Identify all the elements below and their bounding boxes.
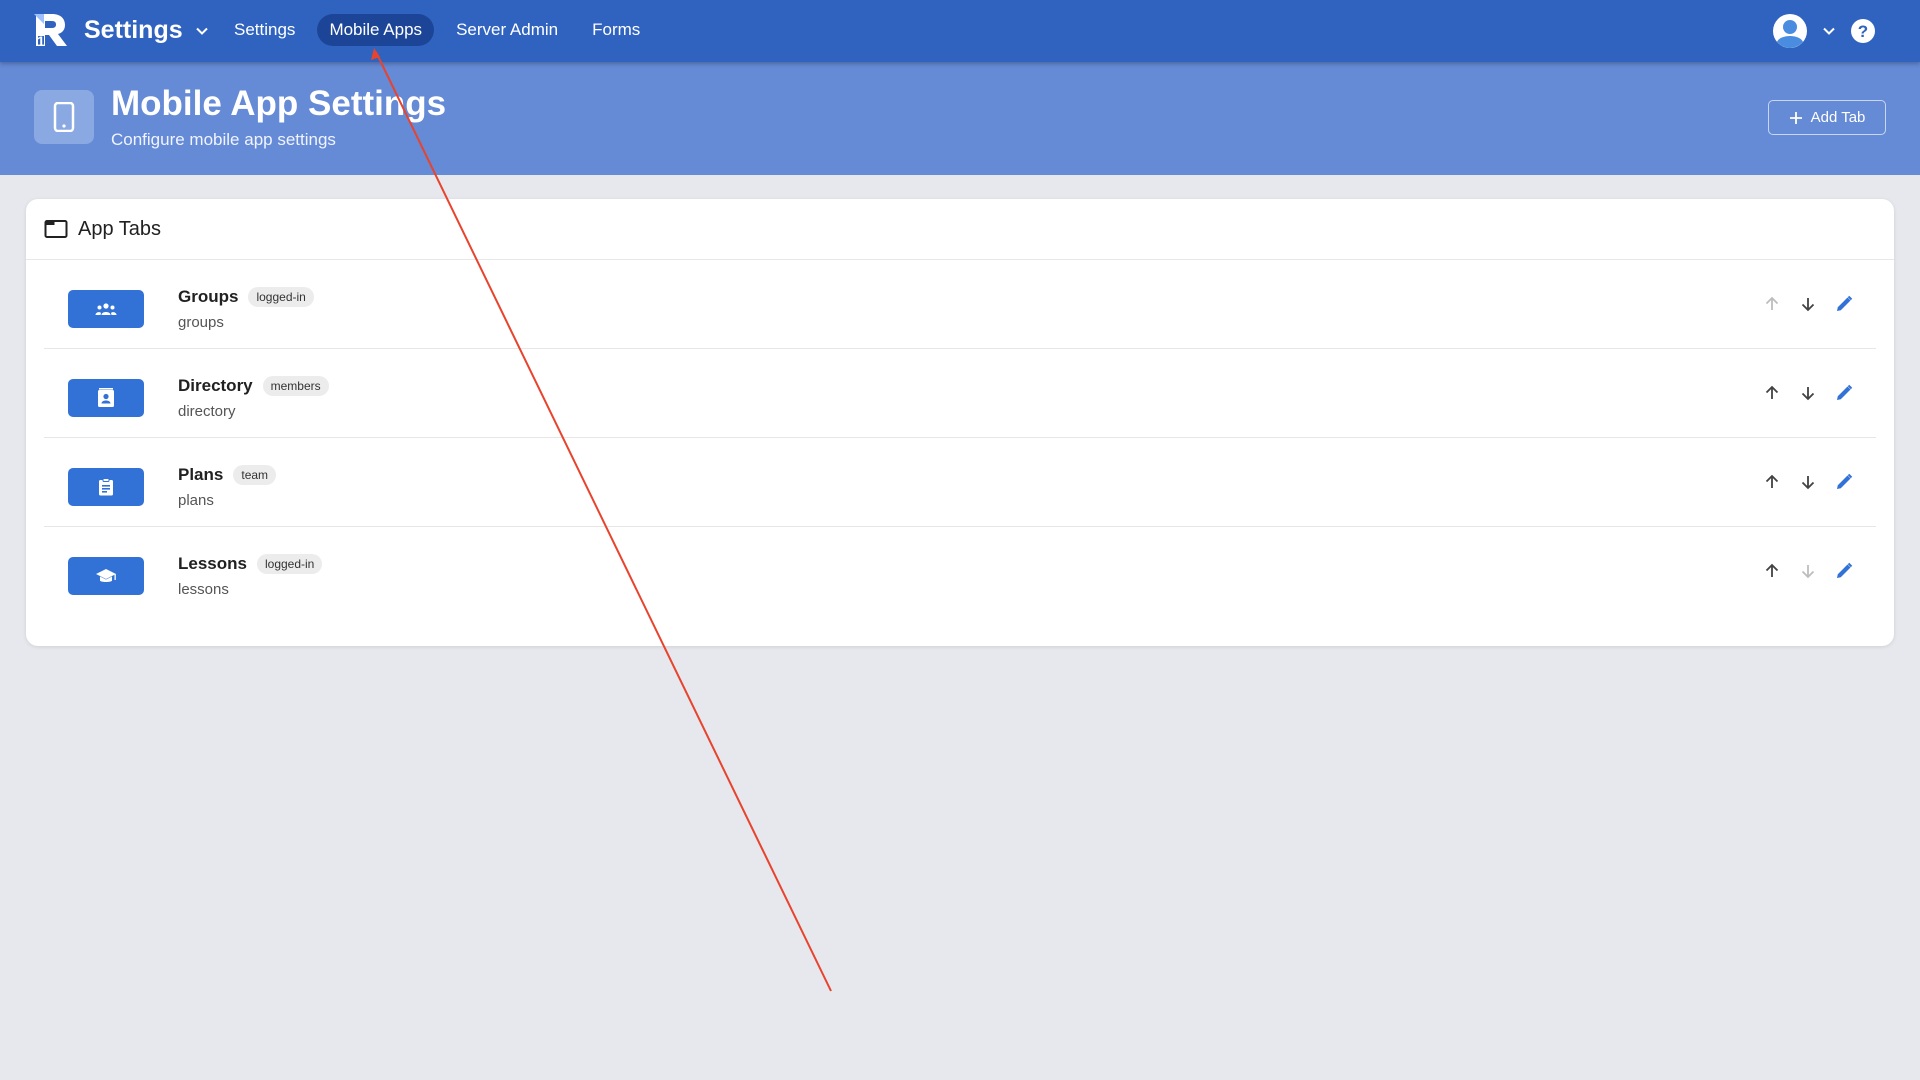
visibility-badge: logged-in [256, 554, 323, 574]
tab-name: Plans [178, 465, 224, 484]
app-title: Settings [84, 16, 183, 44]
groups-icon [95, 303, 117, 315]
user-avatar-icon[interactable] [1772, 13, 1808, 49]
move-up-button[interactable] [1762, 383, 1782, 403]
add-tab-label: Add Tab [1810, 109, 1866, 126]
app-tabs-card: App Tabs Groups logged-in groups Directo… [26, 199, 1894, 646]
graduation-cap-icon [96, 569, 116, 582]
contact-card-icon [98, 388, 114, 407]
clipboard-icon [99, 478, 113, 496]
tab-row: Groups logged-in groups [44, 260, 1876, 349]
tab-id: lessons [178, 581, 229, 598]
visibility-badge: members [262, 376, 329, 396]
user-area: ? [1772, 13, 1876, 49]
row-actions [1762, 472, 1854, 492]
row-actions [1762, 383, 1854, 403]
top-navigation-bar: 1 Settings Settings Mobile Apps Server A… [0, 0, 1920, 62]
edit-button[interactable] [1834, 383, 1854, 403]
page-subtitle: Configure mobile app settings [111, 130, 336, 149]
pencil-icon [1837, 562, 1853, 578]
tab-icon-box [68, 468, 144, 506]
svg-text:?: ? [1858, 22, 1868, 41]
arrow-up-icon [1765, 385, 1779, 399]
app-logo-icon[interactable]: 1 [32, 12, 70, 48]
app-switcher[interactable]: Settings [84, 16, 209, 45]
svg-text:1: 1 [37, 33, 45, 48]
row-actions [1762, 561, 1854, 581]
arrow-down-icon [1801, 476, 1815, 490]
move-down-button[interactable] [1798, 561, 1818, 581]
tab-text: Groups logged-in groups [178, 287, 314, 331]
arrow-down-icon [1801, 387, 1815, 401]
arrow-down-icon [1801, 298, 1815, 312]
visibility-badge: team [233, 465, 277, 485]
pencil-icon [1837, 295, 1853, 311]
arrow-up-icon [1765, 474, 1779, 488]
tab-icon-box [68, 379, 144, 417]
page-header: Mobile App Settings Configure mobile app… [0, 62, 1920, 175]
move-up-button[interactable] [1762, 294, 1782, 314]
move-down-button[interactable] [1798, 472, 1818, 492]
tab-text: Directory members directory [178, 376, 329, 420]
tab-id: plans [178, 492, 214, 509]
plus-icon [1789, 111, 1802, 124]
add-tab-button[interactable]: Add Tab [1768, 100, 1886, 135]
tab-icon-box [68, 290, 144, 328]
tab-text: Lessons logged-in lessons [178, 554, 323, 598]
tab-name: Groups [178, 287, 239, 306]
pencil-icon [1837, 384, 1853, 400]
nav-mobile-apps[interactable]: Mobile Apps [317, 14, 435, 46]
move-down-button[interactable] [1798, 383, 1818, 403]
edit-button[interactable] [1834, 294, 1854, 314]
arrow-up-icon [1765, 296, 1779, 310]
help-icon[interactable]: ? [1850, 18, 1876, 44]
tab-list: Groups logged-in groups Directory member… [26, 260, 1894, 616]
arrow-up-icon [1765, 563, 1779, 577]
tab-name: Lessons [178, 554, 247, 573]
main-nav: Settings Mobile Apps Server Admin Forms [222, 14, 652, 46]
card-header: App Tabs [26, 199, 1894, 260]
chevron-down-icon [195, 27, 208, 35]
tab-row: Lessons logged-in lessons [44, 527, 1876, 616]
row-actions [1762, 294, 1854, 314]
pencil-icon [1837, 473, 1853, 489]
arrow-down-icon [1801, 565, 1815, 579]
tab-name: Directory [178, 376, 253, 395]
smartphone-icon [53, 102, 75, 132]
user-menu-chevron-icon[interactable] [1822, 24, 1836, 38]
nav-server-admin[interactable]: Server Admin [444, 14, 570, 46]
tab-id: directory [178, 403, 236, 420]
tab-row: Plans team plans [44, 438, 1876, 527]
tab-icon-box [68, 557, 144, 595]
tab-id: groups [178, 314, 224, 331]
move-up-button[interactable] [1762, 472, 1782, 492]
card-title: App Tabs [78, 217, 162, 240]
nav-settings[interactable]: Settings [222, 14, 307, 46]
edit-button[interactable] [1834, 472, 1854, 492]
nav-forms[interactable]: Forms [580, 14, 652, 46]
tab-row: Directory members directory [44, 349, 1876, 438]
move-down-button[interactable] [1798, 294, 1818, 314]
tab-window-icon [44, 220, 68, 238]
page-title: Mobile App Settings [111, 84, 447, 123]
visibility-badge: logged-in [248, 287, 314, 307]
edit-button[interactable] [1834, 561, 1854, 581]
page-header-icon-box [34, 90, 94, 144]
move-up-button[interactable] [1762, 561, 1782, 581]
tab-text: Plans team plans [178, 465, 277, 509]
